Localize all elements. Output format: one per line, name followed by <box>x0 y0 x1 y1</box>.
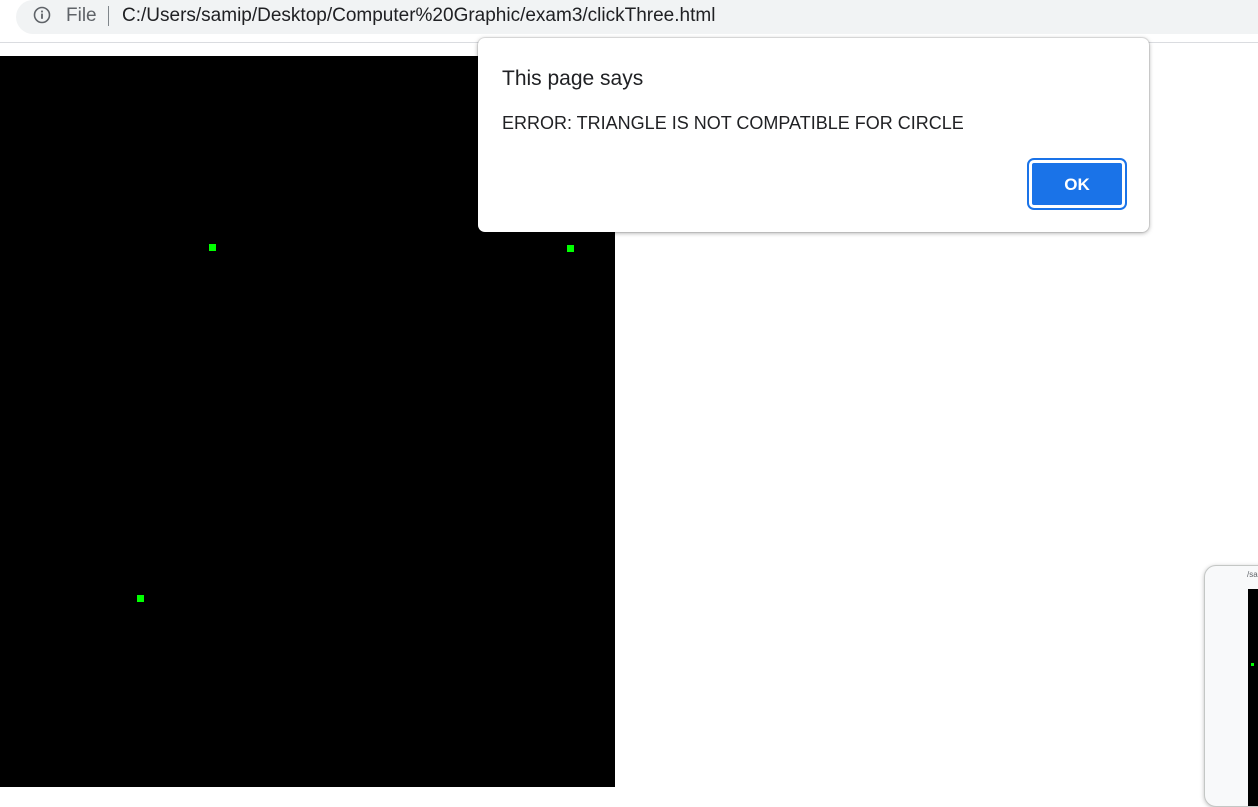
thumbnail-url: /sa <box>1247 570 1258 579</box>
dialog-message: ERROR: TRIANGLE IS NOT COMPATIBLE FOR CI… <box>502 113 964 133</box>
alert-dialog: This page says ERROR: TRIANGLE IS NOT CO… <box>478 38 1149 232</box>
omnibox-separator <box>108 6 109 26</box>
url-text[interactable]: C:/Users/samip/Desktop/Computer%20Graphi… <box>122 5 715 27</box>
window-thumbnail[interactable]: /sa <box>1204 565 1258 807</box>
dialog-title: This page says <box>502 67 644 90</box>
clicked-point <box>567 245 574 252</box>
browser-address-bar: File C:/Users/samip/Desktop/Computer%20G… <box>0 0 1258 43</box>
clicked-point <box>209 244 216 251</box>
thumbnail-canvas <box>1248 589 1258 806</box>
ok-button[interactable]: OK <box>1027 158 1127 210</box>
protocol-label: File <box>66 5 97 26</box>
thumbnail-point <box>1251 663 1254 666</box>
clicked-point <box>137 595 144 602</box>
info-icon[interactable] <box>33 6 51 24</box>
